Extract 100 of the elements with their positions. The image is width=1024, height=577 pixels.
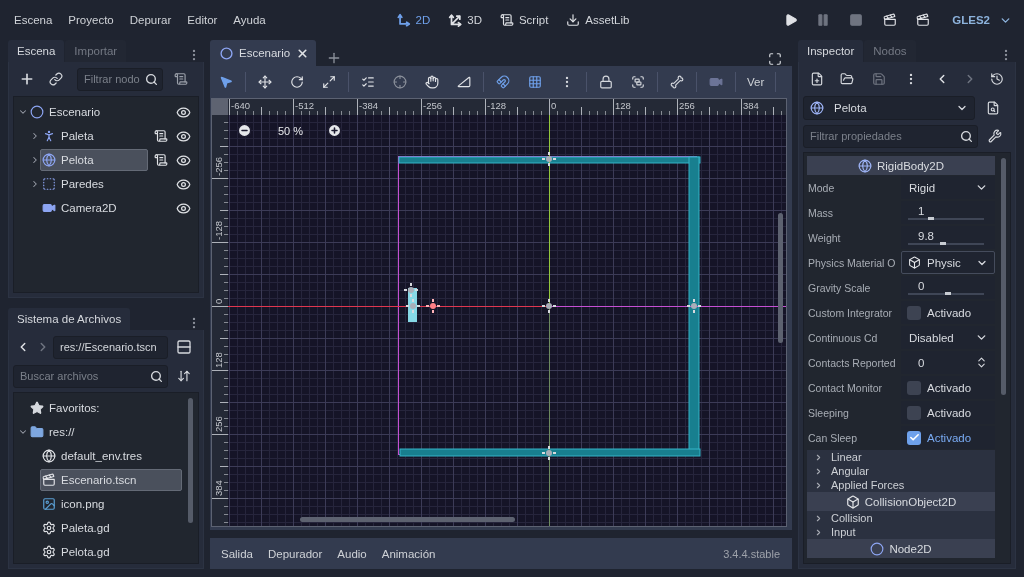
move-arrows-icon[interactable] xyxy=(258,74,272,89)
link-icon[interactable] xyxy=(49,72,63,86)
menu-item[interactable]: Escena xyxy=(6,10,61,30)
panel-tab[interactable]: Sistema de Archivos xyxy=(8,308,131,330)
eye-icon[interactable] xyxy=(175,104,191,120)
dashed-square-icon xyxy=(42,177,56,191)
rows-icon[interactable] xyxy=(175,339,192,355)
folder-open-icon[interactable] xyxy=(840,72,854,86)
checklist-icon[interactable] xyxy=(361,74,375,89)
gear-icon xyxy=(42,521,56,535)
pointer-icon[interactable] xyxy=(219,74,233,89)
add-icon[interactable] xyxy=(19,71,35,87)
ruler-label: 128 xyxy=(213,352,224,368)
slider-thumb[interactable] xyxy=(939,242,946,245)
eye-icon[interactable] xyxy=(175,128,191,144)
scrollbar-thumb[interactable] xyxy=(188,398,193,523)
triangle-icon[interactable] xyxy=(457,74,471,89)
file-tree-item[interactable]: Favoritos: xyxy=(28,397,182,419)
play-icon[interactable] xyxy=(783,13,798,27)
scene-tree-item[interactable]: Camera2D xyxy=(40,197,148,219)
wrench-icon[interactable] xyxy=(987,129,1002,143)
property-label: Contacts Reported xyxy=(807,356,897,369)
property-label: Gravity Scale xyxy=(807,281,872,294)
menu-item[interactable]: Editor xyxy=(179,10,226,30)
chevron-right-icon[interactable] xyxy=(30,131,40,141)
slider-thumb[interactable] xyxy=(927,217,934,220)
scene-tree-item[interactable]: Paredes xyxy=(40,173,148,195)
file-tree-item[interactable]: default_env.tres xyxy=(40,445,182,467)
renderer-dropdown[interactable]: GLES2 xyxy=(944,9,1020,31)
scene-tree-item[interactable]: Pelota xyxy=(40,149,148,171)
chevron-right-icon[interactable] xyxy=(30,179,40,189)
ruler-label: 128 xyxy=(615,100,631,111)
panel-tab[interactable]: Inspector xyxy=(798,40,864,62)
path-field[interactable]: res://Escenario.tscn xyxy=(53,335,168,359)
bottom-tab[interactable]: Animación xyxy=(376,543,441,564)
filter-field[interactable]: Filtrar propiedades xyxy=(803,124,978,148)
lock-icon[interactable] xyxy=(599,74,613,89)
workspace-button[interactable]: 2D xyxy=(387,9,440,31)
hand-icon[interactable] xyxy=(425,74,439,89)
file-plus-icon[interactable] xyxy=(810,72,824,86)
search-field[interactable]: Buscar archivos xyxy=(13,364,168,388)
ruler-label: 0 xyxy=(551,100,557,111)
fullscreen-icon[interactable] xyxy=(768,52,782,66)
property-group[interactable]: Input xyxy=(807,525,995,539)
file-tree-item[interactable]: Escenario.tscn xyxy=(40,469,182,491)
file-tree-item[interactable]: Paleta.gd xyxy=(40,517,182,539)
scrollbar-thumb[interactable] xyxy=(778,213,783,343)
property-group[interactable]: Applied Forces xyxy=(807,478,995,492)
scrollbar-thumb[interactable] xyxy=(1001,158,1006,395)
file-tree-item[interactable]: res:// xyxy=(28,421,182,443)
history-icon[interactable] xyxy=(989,72,1004,86)
pivot-marker xyxy=(541,298,557,314)
chevron-down-icon[interactable] xyxy=(18,427,28,437)
bone-icon[interactable] xyxy=(670,74,684,89)
object-selector[interactable]: Pelota xyxy=(803,96,975,120)
workspace-button[interactable]: AssetLib xyxy=(557,9,639,31)
bottom-tab[interactable]: Depurador xyxy=(262,543,328,564)
scrollbar-thumb[interactable] xyxy=(300,517,515,522)
menu-item[interactable]: Depurar xyxy=(121,10,180,30)
property-group[interactable]: Angular xyxy=(807,464,995,478)
workspace-button[interactable]: 3D xyxy=(439,9,491,31)
scene-tree-item[interactable]: Paleta xyxy=(40,125,148,147)
checkbox-icon[interactable] xyxy=(907,305,921,320)
slider-thumb[interactable] xyxy=(944,292,951,295)
checkbox-icon[interactable] xyxy=(907,405,921,420)
menu-item[interactable]: Ayuda xyxy=(225,10,274,30)
zoom-in-icon[interactable] xyxy=(327,123,343,138)
crosshair-icon[interactable] xyxy=(393,74,407,89)
menu-item[interactable]: Proyecto xyxy=(60,10,122,30)
clapperboard-icon[interactable] xyxy=(915,13,930,27)
file-tree-item[interactable]: icon.png xyxy=(40,493,182,515)
magnet-icon[interactable] xyxy=(496,74,510,89)
property-group[interactable]: Collision xyxy=(807,511,995,525)
filter-field[interactable]: Filtrar nodo xyxy=(77,67,163,91)
eye-icon[interactable] xyxy=(175,176,191,192)
chevron-down-icon[interactable] xyxy=(18,107,28,117)
scroll-icon[interactable] xyxy=(174,72,188,86)
scene-tab[interactable]: Escenario xyxy=(210,40,317,66)
resource-picker[interactable]: Physic xyxy=(901,251,995,274)
panel-tab[interactable]: Escena xyxy=(8,40,65,62)
checkbox-icon[interactable] xyxy=(907,430,921,445)
workspace-button[interactable]: Script xyxy=(490,9,558,31)
chevron-right-icon[interactable] xyxy=(30,155,40,165)
diagonal-arrows-icon[interactable] xyxy=(322,74,336,89)
bottom-tab[interactable]: Audio xyxy=(332,543,372,564)
eye-icon[interactable] xyxy=(175,152,191,168)
checkbox-icon[interactable] xyxy=(907,380,921,395)
document-search-icon[interactable] xyxy=(986,101,1000,115)
property-group[interactable]: Linear xyxy=(807,450,995,464)
bottom-tab[interactable]: Salida xyxy=(216,543,258,564)
file-tree-item[interactable]: Pelota.gd xyxy=(40,541,182,563)
up-down-chevrons-icon[interactable] xyxy=(975,356,988,369)
scene-tree-item[interactable]: Escenario xyxy=(28,101,148,123)
grid-icon[interactable] xyxy=(528,74,542,89)
eye-icon[interactable] xyxy=(175,200,191,216)
rotate-arrow-icon[interactable] xyxy=(290,74,304,89)
group-icon[interactable] xyxy=(631,74,645,89)
view-menu-button[interactable]: Ver xyxy=(739,71,773,92)
sort-icon[interactable] xyxy=(176,369,191,383)
clapperboard-icon[interactable] xyxy=(882,13,897,27)
